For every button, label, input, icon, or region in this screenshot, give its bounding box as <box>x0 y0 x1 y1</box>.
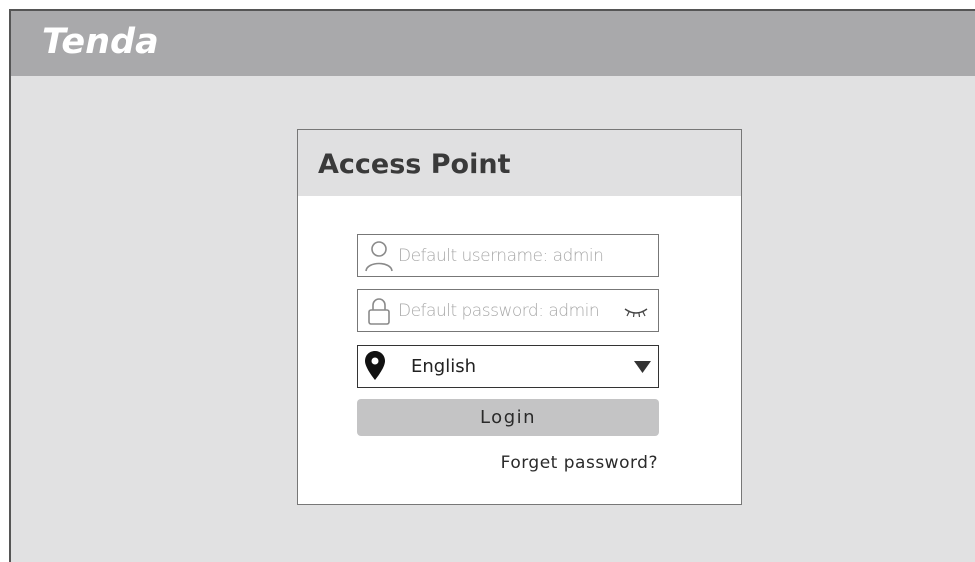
login-button[interactable]: Login <box>357 399 659 436</box>
user-icon <box>365 241 393 272</box>
language-select[interactable]: English <box>357 345 659 388</box>
language-value: English <box>411 356 476 377</box>
login-card-header: Access Point <box>298 130 741 196</box>
location-pin-icon <box>365 351 385 380</box>
username-field[interactable] <box>357 234 659 277</box>
forget-password-link[interactable]: Forget password? <box>501 452 658 474</box>
login-card: Access Point Default username: admin Eng… <box>297 129 742 505</box>
username-input[interactable] <box>398 235 653 276</box>
password-field[interactable] <box>357 289 659 332</box>
caret-down-icon[interactable] <box>634 360 651 374</box>
eye-closed-icon[interactable] <box>622 305 650 317</box>
app-window: Tenda Access Point Default username: adm… <box>9 9 975 562</box>
top-bar: Tenda <box>11 11 975 76</box>
lock-icon <box>368 298 390 325</box>
tenda-logo: Tenda <box>42 22 159 62</box>
page-title: Access Point <box>318 149 511 180</box>
password-input[interactable] <box>398 290 618 331</box>
